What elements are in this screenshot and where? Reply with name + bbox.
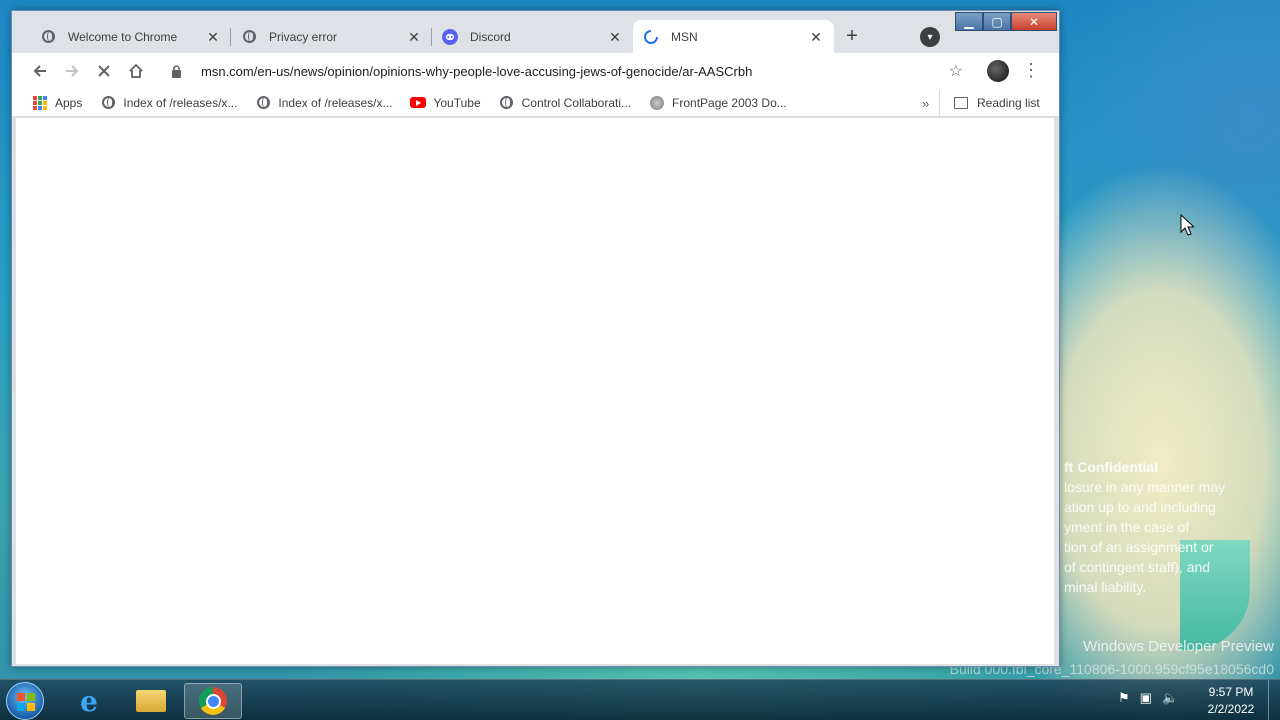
tab-search-icon[interactable]: ▾ bbox=[920, 27, 940, 47]
bookmark-control-collaboration[interactable]: Control Collaborati... bbox=[499, 95, 631, 111]
chrome-icon bbox=[199, 687, 227, 715]
tab-title: Privacy error bbox=[269, 29, 338, 44]
frontpage-icon bbox=[649, 95, 665, 111]
maximize-button[interactable]: ▢ bbox=[983, 12, 1011, 31]
close-tab-icon[interactable]: ✕ bbox=[205, 29, 221, 45]
stop-loading-button[interactable] bbox=[88, 55, 120, 87]
confidential-line: ation up to and including bbox=[1064, 499, 1216, 515]
address-bar[interactable]: msn.com/en-us/news/opinion/opinions-why-… bbox=[159, 57, 975, 85]
taskbar: e ⚑ ▣ 🔈 9:57 PM 2/2/2022 bbox=[0, 679, 1280, 720]
tab-title: MSN bbox=[671, 29, 698, 44]
toolbar: msn.com/en-us/news/opinion/opinions-why-… bbox=[12, 53, 1059, 89]
close-tab-icon[interactable]: ✕ bbox=[808, 29, 824, 45]
apps-grid-icon bbox=[32, 95, 48, 111]
bookmark-label: Index of /releases/x... bbox=[278, 95, 393, 110]
confidential-line: yment in the case of bbox=[1064, 519, 1190, 535]
bookmark-label: YouTube bbox=[433, 95, 481, 110]
page-content-blank[interactable] bbox=[16, 118, 1054, 664]
windows-logo-icon bbox=[17, 693, 35, 711]
profile-avatar[interactable] bbox=[987, 60, 1009, 82]
confidential-notice: ft Confidential losure in any manner may… bbox=[1064, 457, 1280, 597]
bookmark-label: FrontPage 2003 Do... bbox=[672, 95, 787, 110]
minimize-button[interactable]: ▁ bbox=[955, 12, 983, 31]
lock-icon[interactable] bbox=[171, 65, 183, 78]
reading-list-button[interactable]: Reading list bbox=[939, 90, 1040, 116]
bookmark-youtube[interactable]: YouTube bbox=[410, 95, 481, 111]
confidential-line: losure in any manner may bbox=[1064, 479, 1226, 495]
close-window-button[interactable]: ✕ bbox=[1011, 12, 1057, 31]
close-tab-icon[interactable]: ✕ bbox=[406, 29, 422, 45]
reading-list-label: Reading list bbox=[977, 96, 1040, 110]
globe-icon bbox=[241, 29, 257, 45]
taskbar-file-explorer[interactable] bbox=[122, 683, 180, 719]
clock-time: 9:57 PM bbox=[1208, 685, 1254, 699]
chrome-window: ▁ ▢ ✕ Welcome to Chrome ✕ Privacy error … bbox=[11, 10, 1060, 667]
reading-list-icon bbox=[954, 97, 968, 109]
bookmark-star-icon[interactable]: ☆ bbox=[949, 61, 963, 81]
bookmark-apps[interactable]: Apps bbox=[32, 95, 82, 111]
confidential-title: ft Confidential bbox=[1064, 459, 1159, 475]
discord-icon bbox=[442, 28, 458, 45]
bookmark-label: Control Collaborati... bbox=[521, 95, 632, 110]
tab-strip: Welcome to Chrome ✕ Privacy error ✕ Disc… bbox=[30, 20, 834, 53]
home-button[interactable] bbox=[120, 55, 152, 87]
globe-icon bbox=[100, 95, 116, 111]
action-center-flag-icon[interactable]: ⚑ bbox=[1118, 690, 1130, 706]
network-icon[interactable]: ▣ bbox=[1140, 690, 1152, 706]
bookmarks-overflow-button[interactable]: » bbox=[922, 96, 929, 111]
tab-msn[interactable]: MSN ✕ bbox=[633, 20, 834, 53]
bookmark-label: Index of /releases/x... bbox=[123, 95, 238, 110]
tab-privacy-error[interactable]: Privacy error ✕ bbox=[231, 20, 432, 53]
globe-icon bbox=[499, 95, 515, 111]
bookmark-frontpage[interactable]: FrontPage 2003 Do... bbox=[649, 95, 787, 111]
tab-title: Discord bbox=[470, 29, 511, 44]
globe-icon bbox=[40, 29, 56, 45]
close-tab-icon[interactable]: ✕ bbox=[607, 29, 623, 45]
window-controls: ▁ ▢ ✕ bbox=[955, 12, 1057, 31]
tab-welcome[interactable]: Welcome to Chrome ✕ bbox=[30, 20, 231, 53]
forward-button[interactable] bbox=[56, 55, 88, 87]
tab-discord[interactable]: Discord ✕ bbox=[432, 20, 633, 53]
confidential-line: of contingent staff), and bbox=[1064, 559, 1211, 575]
mouse-cursor-icon bbox=[1180, 214, 1194, 236]
folder-icon bbox=[136, 690, 166, 712]
bookmarks-bar: Apps Index of /releases/x... Index of /r… bbox=[12, 89, 1059, 117]
volume-icon[interactable]: 🔈 bbox=[1162, 690, 1178, 706]
start-button[interactable] bbox=[6, 682, 44, 720]
bookmark-index-1[interactable]: Index of /releases/x... bbox=[100, 95, 237, 111]
clock-date: 2/2/2022 bbox=[1207, 702, 1255, 716]
url-text[interactable]: msn.com/en-us/news/opinion/opinions-why-… bbox=[201, 64, 949, 79]
system-tray: ⚑ ▣ 🔈 bbox=[1118, 690, 1178, 706]
taskbar-internet-explorer[interactable]: e bbox=[60, 683, 118, 719]
youtube-icon bbox=[410, 95, 427, 111]
bookmark-index-2[interactable]: Index of /releases/x... bbox=[255, 95, 392, 111]
bookmark-label: Apps bbox=[55, 95, 83, 110]
globe-icon bbox=[255, 95, 271, 111]
taskbar-chrome[interactable] bbox=[184, 683, 242, 719]
tab-title: Welcome to Chrome bbox=[68, 29, 178, 44]
more-menu-icon[interactable]: ⋮ bbox=[1022, 59, 1040, 83]
clock[interactable]: 9:57 PM 2/2/2022 bbox=[1196, 684, 1266, 718]
internet-explorer-icon: e bbox=[80, 684, 98, 718]
loading-spinner-icon bbox=[643, 29, 659, 45]
new-tab-button[interactable]: + bbox=[841, 26, 863, 48]
show-desktop-button[interactable] bbox=[1268, 680, 1280, 720]
confidential-line: tion of an assignment or bbox=[1064, 539, 1214, 555]
confidential-line: minal liability. bbox=[1064, 579, 1147, 595]
back-button[interactable] bbox=[24, 55, 56, 87]
